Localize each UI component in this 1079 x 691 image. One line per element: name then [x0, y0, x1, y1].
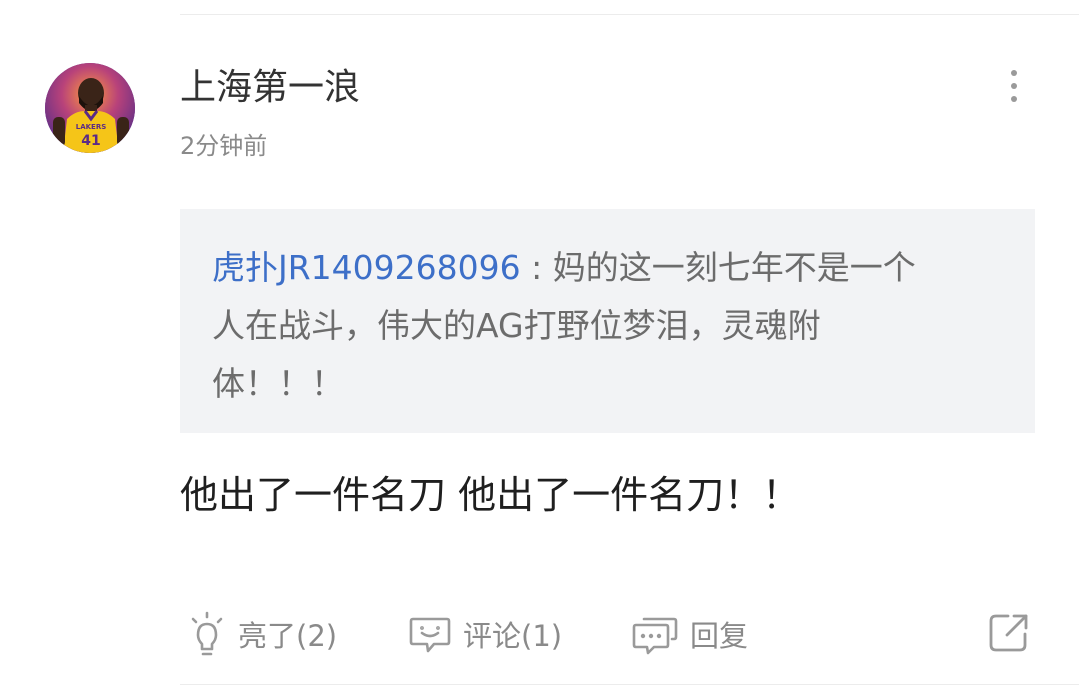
share-button[interactable] — [986, 610, 1032, 656]
more-options-button[interactable] — [996, 64, 1032, 108]
avatar[interactable]: LAKERS 41 — [45, 63, 135, 153]
avatar-image: LAKERS 41 — [45, 63, 135, 153]
comment-button[interactable]: 评论(1) — [407, 608, 562, 660]
like-button[interactable]: 亮了(2) — [186, 608, 337, 660]
quote-separator: : — [520, 248, 553, 287]
reply-button[interactable]: 回复 — [630, 608, 748, 660]
top-divider — [180, 14, 1079, 15]
more-vertical-icon-dot — [1011, 96, 1017, 102]
comment-label: 评论(1) — [463, 619, 563, 653]
quote-author-link[interactable]: 虎扑JR1409268096 — [212, 248, 521, 287]
comment-text: 他出了一件名刀 他出了一件名刀！！ — [180, 473, 801, 517]
comment-bubble-icon — [409, 617, 451, 653]
reply-label: 回复 — [690, 619, 749, 653]
timestamp: 2分钟前 — [180, 132, 268, 160]
like-label: 亮了(2) — [238, 619, 338, 653]
lightbulb-icon — [191, 611, 223, 656]
reply-bubble-icon — [632, 617, 678, 655]
avatar-jersey-text: LAKERS — [76, 123, 107, 131]
avatar-jersey-number: 41 — [81, 133, 100, 149]
share-icon — [989, 614, 1028, 652]
bottom-divider — [180, 684, 1079, 685]
quote-content: 虎扑JR1409268096 : 妈的这一刻七年不是一个人在战斗，伟大的AG打野… — [212, 239, 945, 413]
more-vertical-icon-dot — [1011, 83, 1017, 89]
quoted-reply[interactable]: 虎扑JR1409268096 : 妈的这一刻七年不是一个人在战斗，伟大的AG打野… — [180, 209, 1035, 433]
username[interactable]: 上海第一浪 — [180, 66, 360, 110]
more-vertical-icon — [1011, 70, 1017, 76]
